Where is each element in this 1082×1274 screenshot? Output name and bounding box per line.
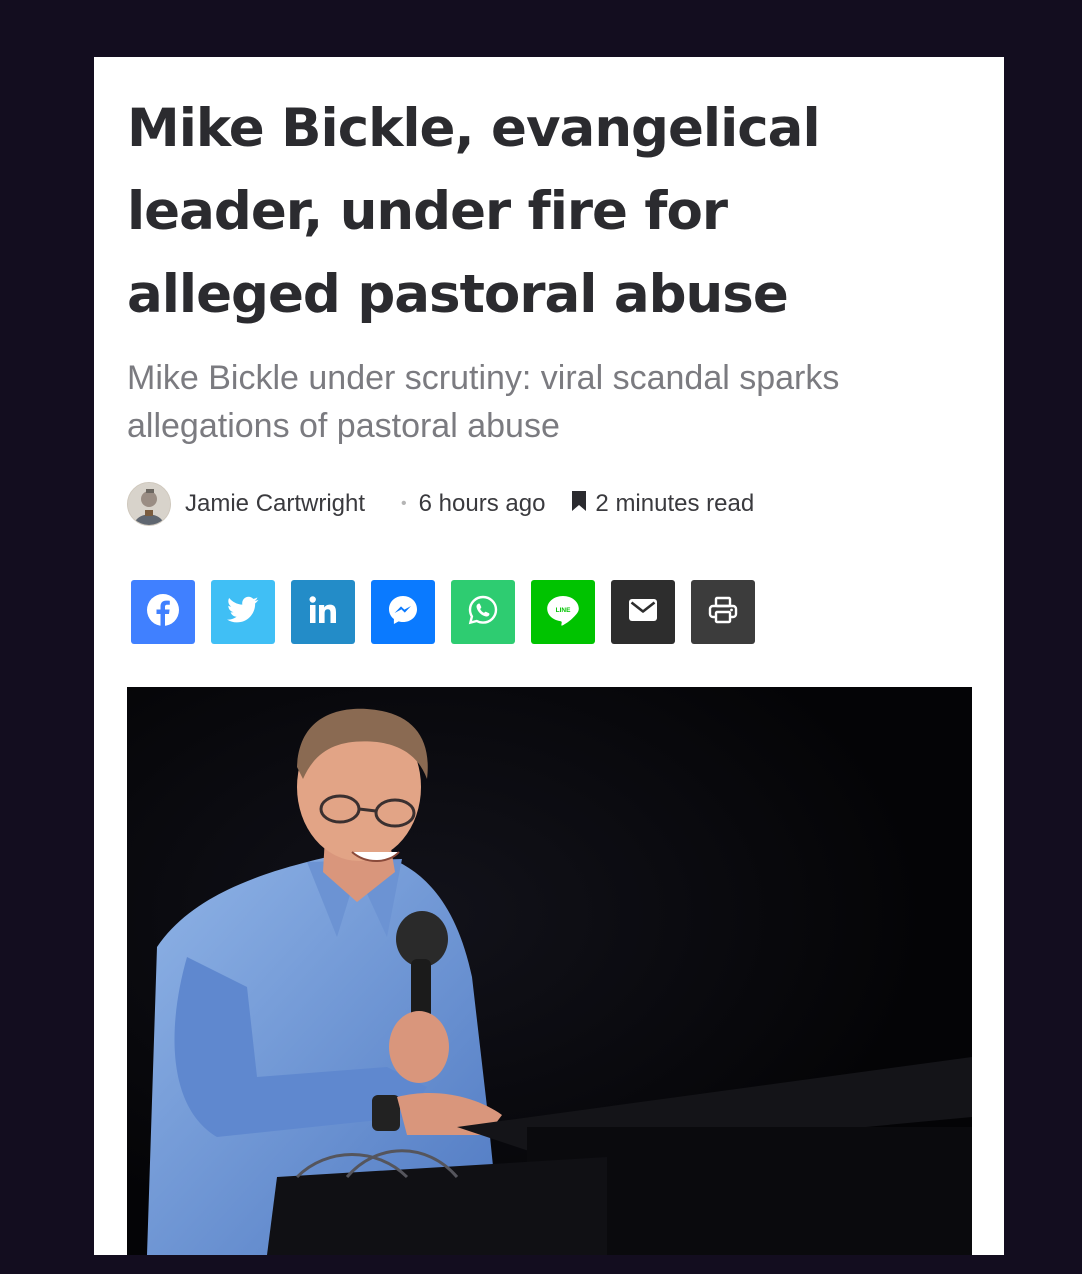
share-whatsapp-button[interactable]	[451, 580, 515, 644]
bookmark-icon	[571, 490, 587, 519]
share-bar: LINE	[131, 580, 755, 644]
share-messenger-button[interactable]	[371, 580, 435, 644]
line-icon: LINE	[545, 593, 581, 632]
share-print-button[interactable]	[691, 580, 755, 644]
share-email-button[interactable]	[611, 580, 675, 644]
envelope-icon	[627, 597, 659, 628]
meta-separator: •	[401, 495, 407, 512]
article-title: Mike Bickle, evangelical leader, under f…	[127, 98, 821, 325]
share-facebook-button[interactable]	[131, 580, 195, 644]
author-name[interactable]: Jamie Cartwright	[185, 490, 365, 518]
printer-icon	[707, 594, 739, 631]
facebook-icon	[146, 593, 180, 632]
linkedin-icon	[308, 595, 338, 630]
article-subtitle: Mike Bickle under scrutiny: viral scanda…	[127, 359, 840, 445]
read-time: 2 minutes read	[595, 490, 755, 517]
share-linkedin-button[interactable]	[291, 580, 355, 644]
whatsapp-icon	[467, 594, 499, 631]
article-hero-image[interactable]	[127, 687, 972, 1255]
author-avatar[interactable]	[127, 482, 171, 526]
messenger-icon	[386, 593, 420, 632]
share-twitter-button[interactable]	[211, 580, 275, 644]
twitter-icon	[227, 596, 259, 629]
article-meta: Jamie Cartwright • 6 hours ago 2 minutes…	[127, 481, 967, 527]
publish-time: 6 hours ago	[418, 490, 546, 517]
share-line-button[interactable]: LINE	[531, 580, 595, 644]
article-card: Mike Bickle, evangelical leader, under f…	[94, 57, 1004, 1255]
line-icon-text: LINE	[556, 607, 571, 614]
